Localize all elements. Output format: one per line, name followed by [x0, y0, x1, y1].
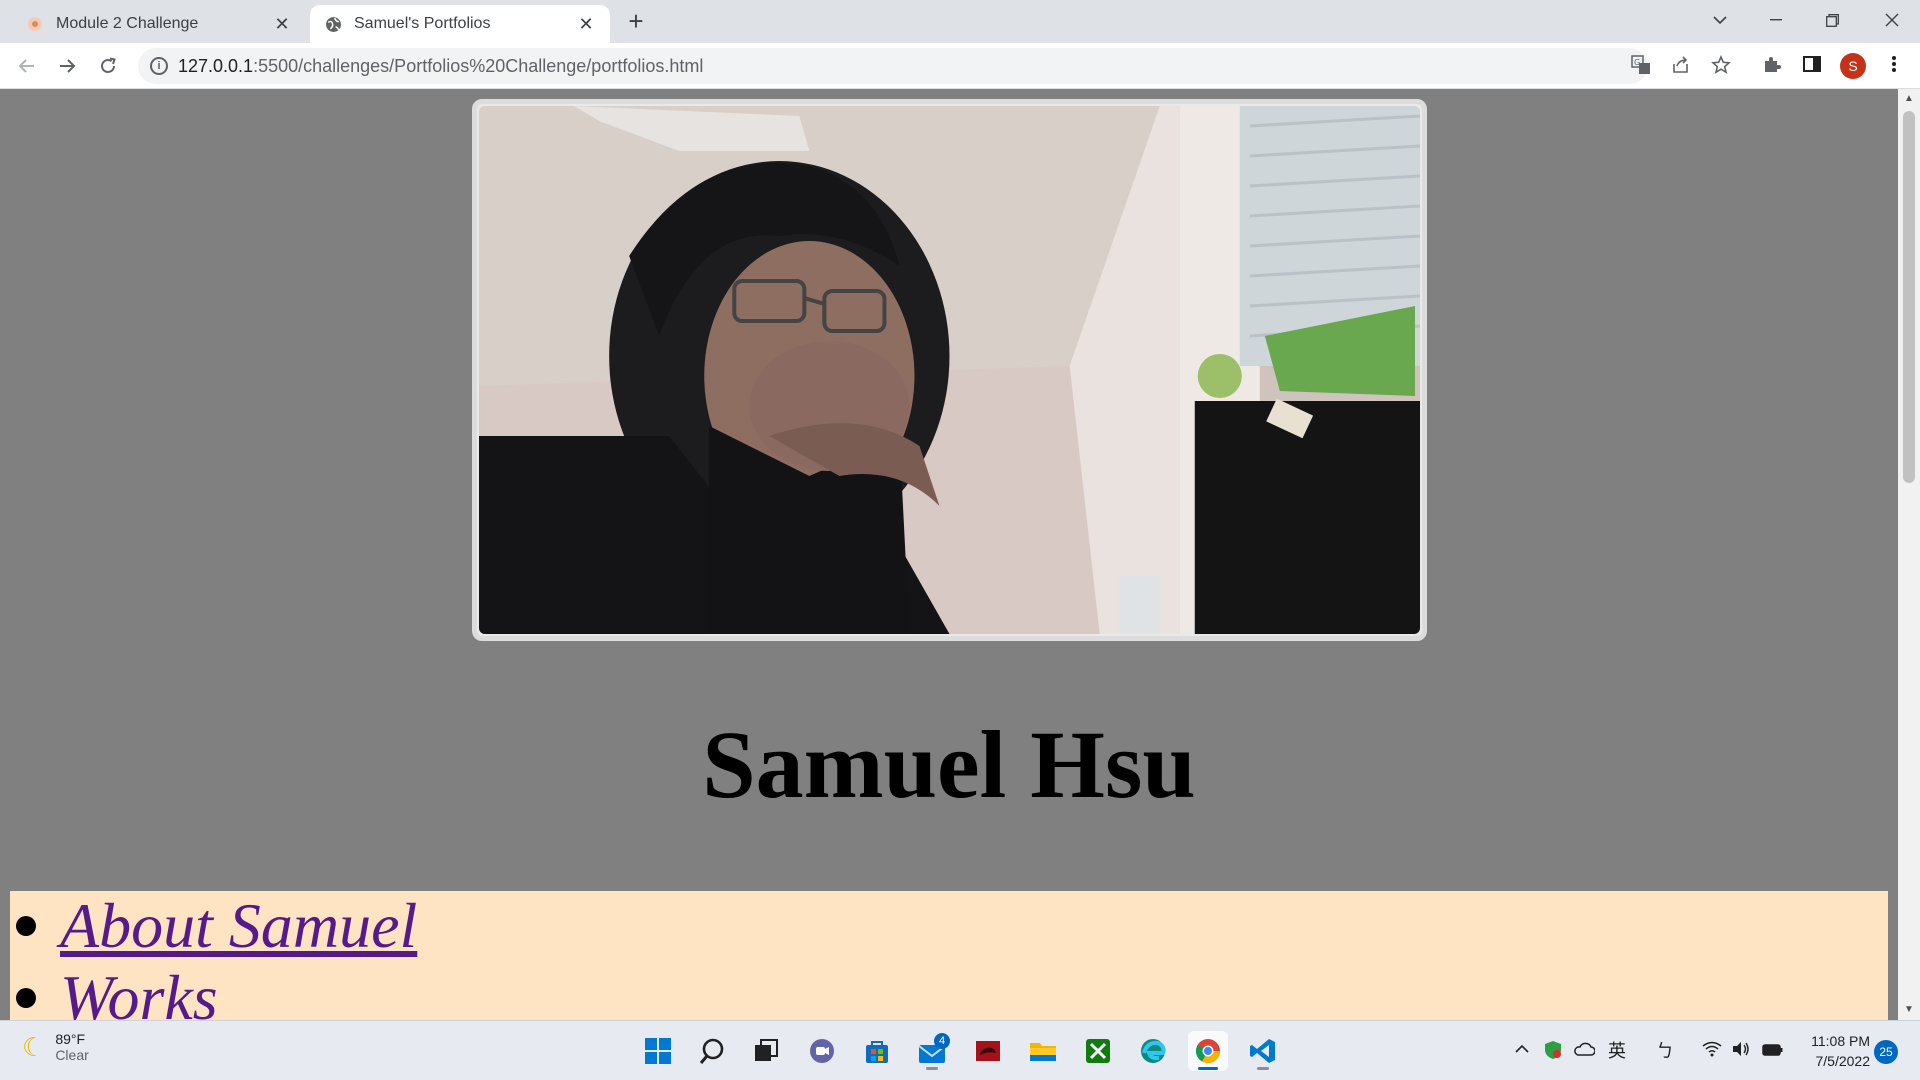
volume-icon[interactable]	[1731, 1040, 1751, 1062]
tab-module-2-challenge[interactable]: Module 2 Challenge ✕	[12, 5, 306, 43]
page-viewport: Samuel Hsu About Samuel Works	[0, 89, 1898, 1020]
new-tab-button[interactable]: +	[622, 8, 650, 36]
tab-search-chevron-icon[interactable]	[1692, 0, 1748, 40]
works-link[interactable]: Works	[60, 961, 218, 1020]
scroll-up-arrow-icon[interactable]: ▲	[1898, 91, 1920, 107]
globe-icon	[324, 15, 342, 33]
translate-icon[interactable]: G	[1630, 55, 1652, 77]
battery-icon[interactable]	[1762, 1040, 1784, 1062]
mail-icon[interactable]: 4	[912, 1031, 952, 1071]
bullet-icon	[16, 916, 36, 936]
back-button[interactable]	[12, 51, 42, 81]
page-title: Samuel Hsu	[702, 711, 1196, 818]
reload-button[interactable]	[93, 51, 123, 81]
more-menu-icon[interactable]	[1882, 54, 1906, 78]
extensions-puzzle-icon[interactable]	[1760, 54, 1784, 78]
ime-language-indicator[interactable]: 英	[1608, 1040, 1626, 1062]
site-info-icon[interactable]: i	[150, 57, 168, 75]
tab-samuels-portfolios[interactable]: Samuel's Portfolios ✕	[310, 5, 610, 43]
forward-button[interactable]	[52, 51, 82, 81]
weather-widget[interactable]: ☾ 89°F Clear	[22, 1031, 89, 1063]
bookmark-star-icon[interactable]	[1710, 54, 1732, 77]
list-item: Works	[10, 961, 218, 1020]
side-panel-icon[interactable]	[1800, 54, 1824, 78]
close-tab-icon[interactable]: ✕	[576, 14, 596, 34]
tab-strip: Module 2 Challenge ✕ Samuel's Portfolios…	[0, 0, 1920, 43]
show-hidden-icons-chevron-icon[interactable]	[1514, 1040, 1530, 1062]
dark-red-app-icon[interactable]	[968, 1031, 1008, 1071]
chrome-icon[interactable]	[1188, 1031, 1228, 1071]
microsoft-store-icon[interactable]	[857, 1031, 897, 1071]
start-button[interactable]	[638, 1031, 678, 1071]
running-indicator	[1257, 1067, 1269, 1070]
weather-temp: 89°F	[55, 1031, 86, 1047]
url-text[interactable]: 127.0.0.1:5500/challenges/Portfolios%20C…	[178, 56, 703, 77]
windows-taskbar: ☾ 89°F Clear 4 英 ㄅ 11:08 PM 7/5/2022 25	[0, 1020, 1920, 1080]
notification-badge[interactable]: 25	[1874, 1040, 1898, 1064]
scroll-thumb[interactable]	[1903, 111, 1915, 483]
security-shield-icon[interactable]	[1543, 1040, 1563, 1065]
profile-photo	[479, 106, 1420, 634]
restore-button[interactable]	[1804, 0, 1860, 40]
weather-condition: Clear	[55, 1047, 89, 1063]
browser-toolbar: i 127.0.0.1:5500/challenges/Portfolios%2…	[0, 43, 1920, 89]
file-explorer-icon[interactable]	[1023, 1031, 1063, 1071]
wifi-icon[interactable]	[1702, 1040, 1722, 1062]
vscode-icon[interactable]	[1243, 1031, 1283, 1071]
tab-title: Samuel's Portfolios	[354, 15, 491, 32]
mail-badge: 4	[934, 1033, 950, 1049]
running-indicator	[926, 1067, 938, 1070]
url-host: 127.0.0.1	[178, 56, 254, 76]
bullet-icon	[16, 988, 36, 1008]
edge-icon[interactable]	[1133, 1031, 1173, 1071]
moon-icon: ☾	[22, 1031, 46, 1062]
address-bar[interactable]: i 127.0.0.1:5500/challenges/Portfolios%2…	[138, 48, 1731, 84]
ime-mode-indicator[interactable]: ㄅ	[1656, 1040, 1674, 1062]
running-indicator	[1198, 1067, 1218, 1070]
close-window-button[interactable]	[1864, 0, 1920, 40]
search-icon[interactable]	[692, 1031, 732, 1071]
list-item: About Samuel	[10, 889, 417, 963]
share-icon[interactable]	[1670, 55, 1692, 77]
about-samuel-link[interactable]: About Samuel	[60, 889, 417, 963]
minimize-button[interactable]	[1748, 0, 1804, 40]
chat-icon[interactable]	[802, 1031, 842, 1071]
clock-date: 7/5/2022	[1815, 1053, 1871, 1069]
profile-avatar[interactable]: S	[1840, 53, 1866, 79]
close-tab-icon[interactable]: ✕	[272, 14, 292, 34]
system-clock[interactable]: 11:08 PM 7/5/2022	[1800, 1031, 1870, 1071]
profile-photo-frame	[472, 99, 1427, 641]
scroll-down-arrow-icon[interactable]: ▼	[1898, 1002, 1920, 1018]
clock-time: 11:08 PM	[1811, 1033, 1870, 1049]
task-view-icon[interactable]	[746, 1031, 786, 1071]
onedrive-cloud-icon[interactable]	[1573, 1040, 1596, 1062]
nav-list: About Samuel Works	[10, 889, 1888, 1020]
page-scrollbar[interactable]: ▲ ▼	[1898, 89, 1920, 1020]
xbox-icon[interactable]	[1078, 1031, 1118, 1071]
module-favicon-icon	[26, 15, 44, 33]
tab-title: Module 2 Challenge	[56, 15, 199, 32]
svg-text:G: G	[1634, 58, 1640, 67]
url-path: :5500/challenges/Portfolios%20Challenge/…	[253, 56, 704, 76]
